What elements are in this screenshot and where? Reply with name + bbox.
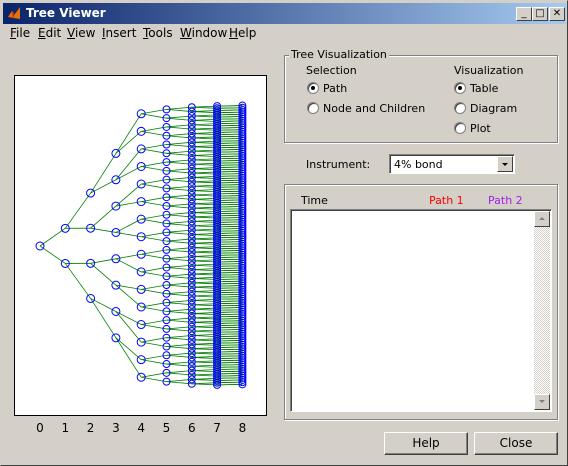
menu-window[interactable]: Window	[180, 26, 227, 40]
x-tick-label: 2	[86, 421, 95, 435]
tree-edge	[90, 298, 117, 339]
instrument-select[interactable]: 4% bond	[389, 154, 515, 174]
help-button[interactable]: Help	[384, 432, 468, 455]
selection-label: Selection	[306, 64, 357, 77]
close-button[interactable]: Close	[474, 432, 558, 455]
tree-edge	[39, 227, 66, 247]
radio-diagram-label[interactable]: Diagram	[470, 102, 517, 115]
menu-bar: File Edit View Insert Tools Window Help	[3, 24, 566, 43]
tree-edge	[90, 263, 117, 286]
x-tick-label: 1	[61, 421, 70, 435]
tree-edge	[64, 263, 91, 299]
x-tick-label: 0	[36, 421, 44, 435]
radio-plot-label[interactable]: Plot	[470, 122, 491, 135]
radio-diagram[interactable]	[454, 102, 466, 114]
menu-help[interactable]: Help	[229, 26, 256, 40]
maximize-button[interactable]: □	[532, 7, 548, 21]
x-tick-label: 6	[187, 421, 196, 435]
radio-path[interactable]	[307, 82, 319, 94]
radio-node-and-children[interactable]	[307, 102, 319, 114]
tree-diagram	[35, 101, 247, 389]
radio-table[interactable]	[454, 82, 466, 94]
radio-plot[interactable]	[454, 122, 466, 134]
x-tick-label: 5	[162, 421, 171, 435]
x-tick-label: 3	[112, 421, 120, 435]
radio-table-label[interactable]: Table	[470, 82, 498, 95]
x-tick-label: 8	[238, 421, 247, 435]
table-header-path-1: Path 1	[429, 194, 464, 207]
radio-path-label[interactable]: Path	[323, 82, 347, 95]
tree-edge	[39, 245, 66, 264]
instrument-label: Instrument:	[306, 158, 371, 171]
scroll-up-icon[interactable]	[534, 211, 550, 227]
vertical-scrollbar[interactable]	[534, 211, 550, 410]
menu-insert[interactable]: Insert	[102, 26, 136, 40]
visualization-label: Visualization	[454, 64, 524, 77]
tree-edge	[64, 192, 91, 229]
tree-visualization-title: Tree Visualization	[289, 48, 389, 61]
close-window-button[interactable]: ✕	[549, 7, 565, 21]
title-bar[interactable]: Tree Viewer _ □ ✕	[3, 3, 566, 24]
menu-view[interactable]: View	[67, 26, 95, 40]
tree-edge	[90, 205, 117, 229]
menu-edit[interactable]: Edit	[38, 26, 61, 40]
minimize-button[interactable]: _	[516, 7, 532, 21]
path-table-listbox[interactable]	[290, 209, 552, 412]
tree-edge	[90, 153, 117, 194]
x-tick-label: 7	[213, 421, 221, 435]
chevron-down-icon[interactable]	[497, 156, 513, 172]
window-title: Tree Viewer	[26, 6, 106, 20]
menu-tools[interactable]: Tools	[143, 26, 173, 40]
instrument-value: 4% bond	[394, 158, 443, 171]
menu-file[interactable]: File	[10, 26, 30, 40]
matlab-icon	[8, 7, 20, 19]
scroll-down-icon[interactable]	[534, 394, 550, 410]
table-header-path-2: Path 2	[488, 194, 523, 207]
radio-node-and-children-label[interactable]: Node and Children	[323, 102, 425, 115]
tree-viewer-window: Tree Viewer _ □ ✕ File Edit View Insert …	[0, 0, 568, 466]
tree-plot-axes[interactable]	[14, 75, 267, 416]
x-tick-label: 4	[137, 421, 145, 435]
table-header-time: Time	[301, 194, 328, 207]
